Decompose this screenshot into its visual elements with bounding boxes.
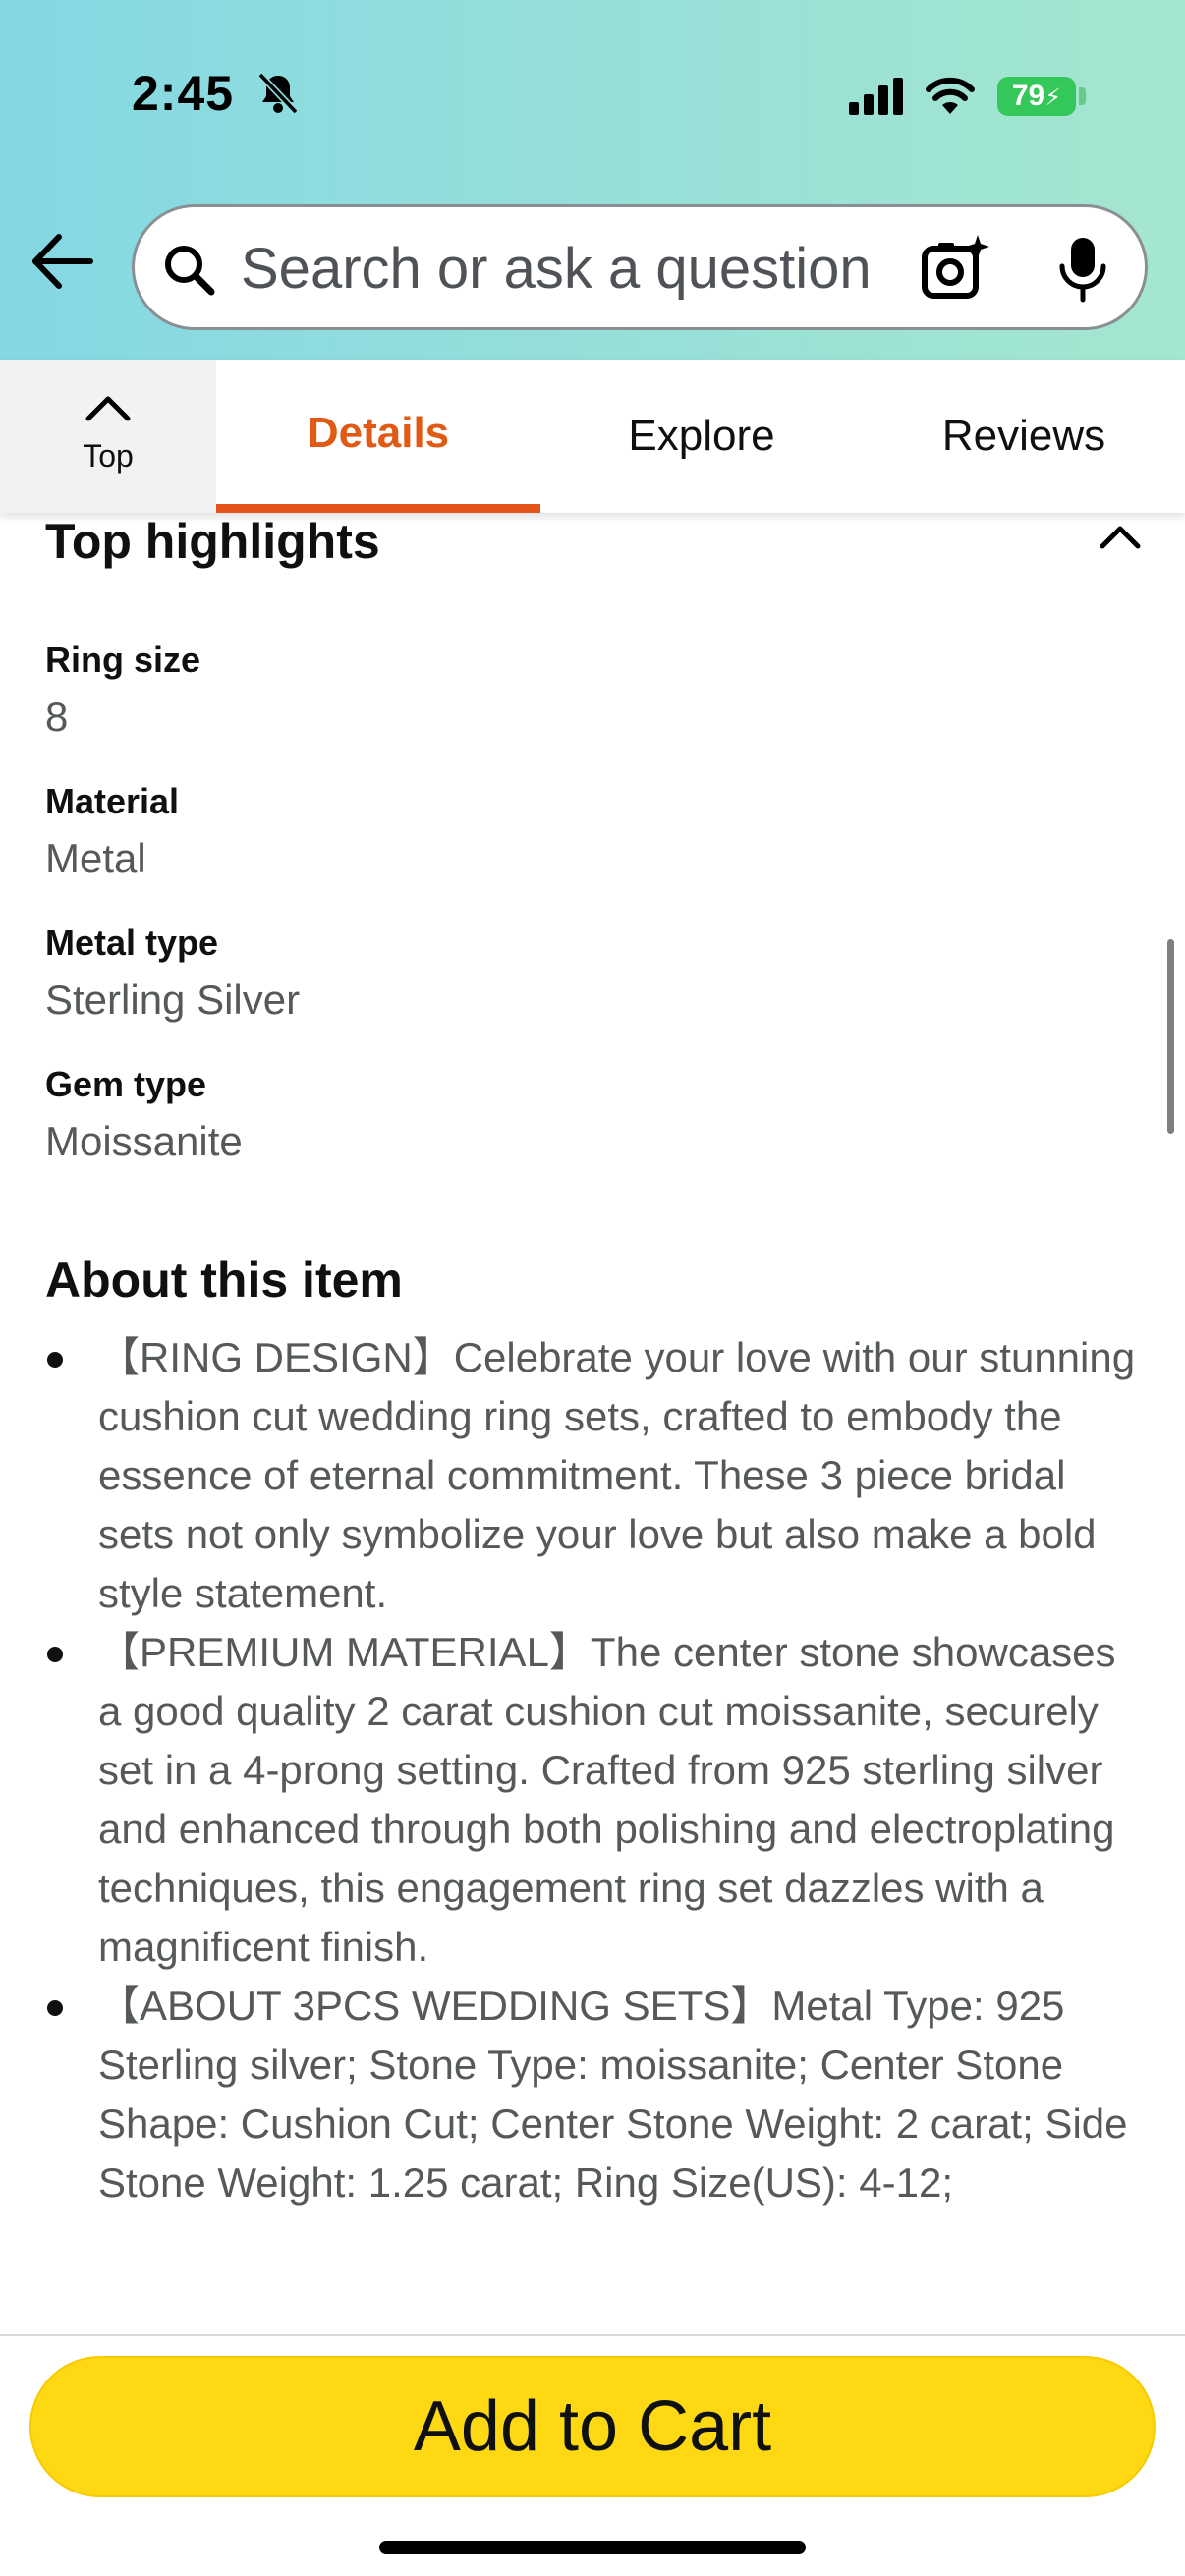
spec-value: Sterling Silver [45, 977, 301, 1023]
spec-label: Ring size [45, 640, 201, 680]
back-arrow-icon[interactable] [29, 232, 94, 291]
highlights-title: Top highlights [45, 514, 380, 569]
add-to-cart-button[interactable]: Add to Cart [29, 2356, 1156, 2497]
bullet-dot [47, 2000, 63, 2016]
spec-metal-type: Metal type Sterling Silver [45, 920, 300, 1028]
tab-reviews[interactable]: Reviews [863, 360, 1185, 513]
collapse-chevron-icon[interactable] [1099, 523, 1142, 550]
list-item: 【PREMIUM MATERIAL】The center stone showc… [45, 1623, 1146, 1977]
bullet-text: 【PREMIUM MATERIAL】The center stone showc… [98, 1629, 1116, 1970]
tab-bar: Top Details Explore Reviews [0, 360, 1185, 513]
battery-indicator: 79⚡ [997, 77, 1076, 116]
battery-level: 79 [1011, 80, 1045, 112]
spec-value: Moissanite [45, 1118, 243, 1164]
chevron-up-icon [85, 396, 131, 421]
tab-top[interactable]: Top [0, 360, 216, 513]
mic-icon[interactable] [1054, 235, 1111, 304]
spec-material: Material Metal [45, 778, 179, 886]
list-item: 【ABOUT 3PCS WEDDING SETS】Metal Type: 925… [45, 1977, 1146, 2212]
active-tab-underline [216, 504, 540, 513]
spec-label: Metal type [45, 923, 219, 963]
spec-ring-size: Ring size 8 [45, 637, 200, 745]
spec-label: Material [45, 781, 180, 821]
tab-details-label: Details [307, 409, 450, 457]
camera-sparkle-icon[interactable] [921, 233, 991, 302]
battery-cap [1079, 87, 1086, 105]
about-title: About this item [45, 1253, 403, 1308]
search-bar[interactable] [132, 204, 1148, 330]
list-item: 【RING DESIGN】Celebrate your love with ou… [45, 1328, 1146, 1623]
bullet-text: 【RING DESIGN】Celebrate your love with ou… [98, 1334, 1136, 1616]
status-time: 2:45 [132, 66, 235, 121]
bullet-dot [47, 1352, 63, 1368]
tab-details[interactable]: Details [216, 360, 540, 513]
tab-reviews-label: Reviews [941, 412, 1106, 460]
header: 2:45 79⚡ [0, 0, 1185, 360]
battery-charging-icon: ⚡ [1044, 84, 1062, 111]
spec-label: Gem type [45, 1064, 207, 1104]
bullet-dot [47, 1647, 63, 1662]
bell-slash-icon [257, 72, 299, 115]
wifi-icon [926, 77, 975, 114]
about-bullets: 【RING DESIGN】Celebrate your love with ou… [45, 1328, 1146, 2212]
tab-explore-label: Explore [628, 412, 775, 460]
bullet-text: 【ABOUT 3PCS WEDDING SETS】Metal Type: 925… [98, 1983, 1128, 2206]
scrollbar[interactable] [1167, 939, 1174, 1134]
spec-value: Metal [45, 835, 146, 881]
home-indicator[interactable] [379, 2541, 806, 2554]
search-icon [165, 246, 215, 296]
spec-value: 8 [45, 694, 69, 740]
bottom-bar: Add to Cart [0, 2334, 1185, 2576]
signal-icon [849, 78, 903, 115]
tab-top-label: Top [83, 438, 134, 474]
tab-explore[interactable]: Explore [540, 360, 863, 513]
spec-gem-type: Gem type Moissanite [45, 1061, 243, 1169]
